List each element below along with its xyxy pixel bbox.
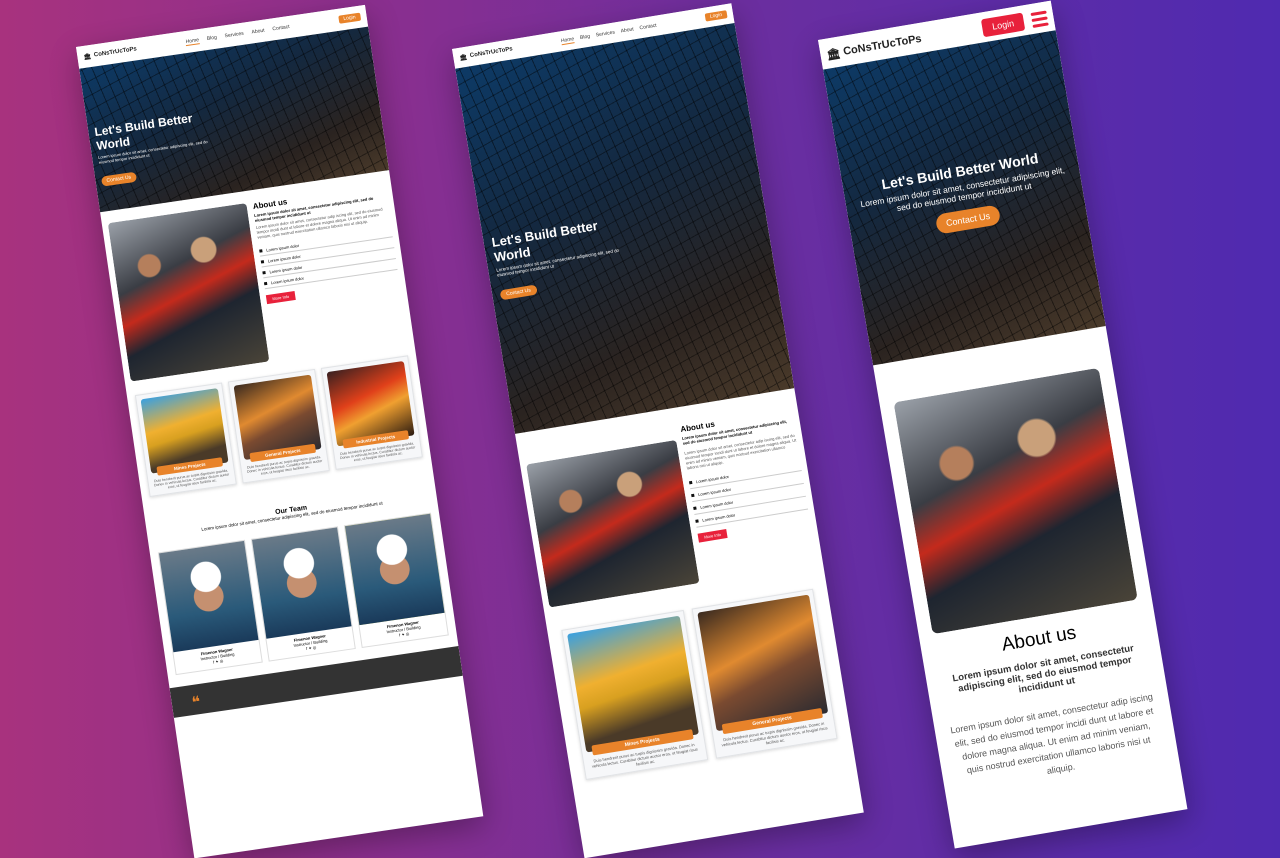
nav-blog[interactable]: Blog xyxy=(206,34,217,42)
bank-icon: 🏛 xyxy=(459,54,468,62)
nav-services[interactable]: Services xyxy=(224,30,244,40)
bank-icon: 🏛 xyxy=(825,47,842,62)
more-info-button[interactable]: More Info xyxy=(265,291,296,305)
mobile-mockup: 🏛 CoNsTrUcToPs Login Let's Build Better W… xyxy=(818,0,1188,849)
project-card[interactable]: Mines Projects Duis hendrerit purus ac tu… xyxy=(561,610,708,780)
login-button[interactable]: Login xyxy=(337,12,362,24)
logo[interactable]: 🏛 CoNsTrUcToPs xyxy=(459,46,513,62)
nav-contact[interactable]: Contact xyxy=(639,22,657,32)
nav-about[interactable]: About xyxy=(620,26,634,35)
project-card[interactable]: Mines Projects Duis hendrerit purus ac tu… xyxy=(134,382,237,498)
about-section: About us Lorem ipsum dolor sit amet, con… xyxy=(873,326,1178,795)
about-body: Lorem ipsum dolor sit amet, consectetur … xyxy=(949,691,1154,777)
login-button[interactable]: Login xyxy=(704,10,728,22)
project-card[interactable]: General Projects Duis hendrerit purus ac … xyxy=(691,588,838,759)
bank-icon: 🏛 xyxy=(83,53,92,61)
nav-services[interactable]: Services xyxy=(595,29,615,39)
hero: Let's Build Better World Lorem ipsum dolo… xyxy=(455,23,795,434)
team-card: Fimenon Wagner Instructor / Building f ✦ ◎ xyxy=(250,526,356,662)
project-card[interactable]: General Projects Duis hendrerit purus ac … xyxy=(227,368,330,484)
workers-image xyxy=(526,439,700,608)
workers-image xyxy=(893,367,1138,635)
desktop-mockup: 🏛 CoNsTrUcToPs Home Blog Services About C… xyxy=(76,4,484,858)
workers-image xyxy=(107,203,270,382)
nav-home[interactable]: Home xyxy=(560,35,575,45)
quote-icon: ❝ xyxy=(190,693,202,713)
logo[interactable]: 🏛 CoNsTrUcToPs xyxy=(83,46,137,61)
team-card: Fimenon Wagner Instructor / Building f ✦ ◎ xyxy=(343,512,449,649)
hero: Let's Build Better World Lorem ipsum dol… xyxy=(823,30,1106,366)
nav-blog[interactable]: Blog xyxy=(580,33,591,42)
menu-icon[interactable] xyxy=(1030,10,1049,28)
tablet-mockup: 🏛 CoNsTrUcToPs Home Blog Services About C… xyxy=(452,3,864,858)
nav-about[interactable]: About xyxy=(251,27,265,36)
nav-contact[interactable]: Contact xyxy=(272,23,290,32)
more-info-button[interactable]: More Info xyxy=(697,529,728,543)
login-button[interactable]: Login xyxy=(980,12,1026,38)
team-card: Fimenon Wagner Instructor / Building f ✦ ◎ xyxy=(157,539,263,676)
nav-home[interactable]: Home xyxy=(185,36,200,46)
project-card[interactable]: Industrial Projects Duis hendrerit purus … xyxy=(320,355,423,470)
about-list: Lorem ipsum dolor Lorem ipsum dolor Lore… xyxy=(688,458,809,528)
